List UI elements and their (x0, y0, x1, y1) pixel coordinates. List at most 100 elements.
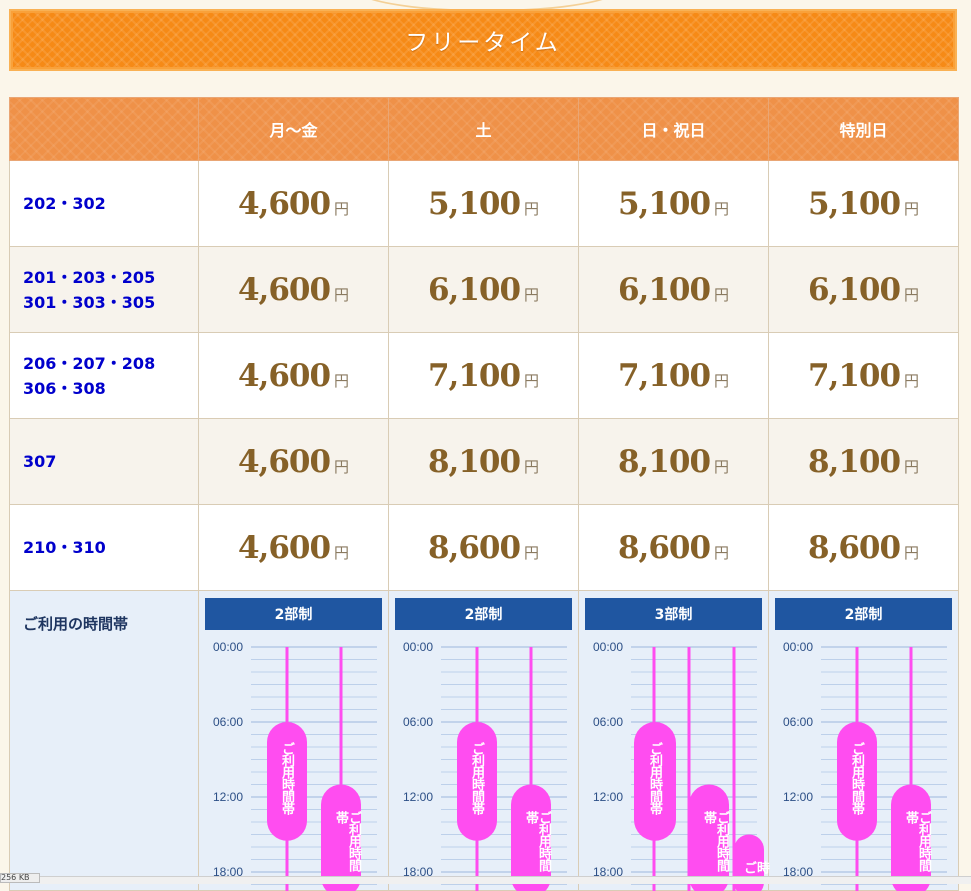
yen-unit: 円 (334, 200, 349, 218)
price-amount: 4,600 (238, 358, 330, 394)
system-label: 3部制 (585, 598, 762, 630)
room-numbers: 210・310 (23, 535, 198, 560)
price-cell: 8,600円 (769, 505, 959, 591)
price-cell: 7,100円 (579, 333, 769, 419)
table-row: 206・207・208 306・308 4,600円 7,100円 7,100円… (10, 333, 959, 419)
time-zone-cell: 00:0006:0012:0018:00 2部制 ご利用時間帯ご利用時間帯 (389, 591, 579, 891)
price-cell: 7,100円 (389, 333, 579, 419)
price-amount: 8,100 (428, 444, 520, 480)
room-numbers: 306・308 (23, 376, 198, 401)
price-cell: 4,600円 (199, 333, 389, 419)
price-amount: 5,100 (808, 186, 900, 222)
yen-unit: 円 (524, 544, 539, 562)
status-size-indicator: 256 KB (0, 873, 40, 883)
price-amount: 5,100 (618, 186, 710, 222)
timeline-chart: 00:0006:0012:0018:00 (579, 591, 769, 891)
price-amount: 4,600 (238, 530, 330, 566)
time-tick-label: 06:00 (783, 715, 813, 729)
room-numbers-cell: 202・302 (10, 161, 199, 247)
price-amount: 7,100 (618, 358, 710, 394)
yen-unit: 円 (714, 286, 729, 304)
time-tick-label: 12:00 (403, 790, 433, 804)
usage-slot-label: ご利用時間帯 (904, 811, 930, 882)
room-numbers: 301・303・305 (23, 290, 198, 315)
room-numbers: 206・207・208 (23, 351, 198, 376)
price-cell: 5,100円 (769, 161, 959, 247)
header-sunday-holiday: 日・祝日 (579, 98, 769, 161)
usage-slot-label: ご利用時間帯 (334, 811, 360, 882)
price-cell: 4,600円 (199, 505, 389, 591)
time-zone-cell: 00:0006:0012:0018:00 3部制 ご利用時間帯ご利用時間帯時ご (579, 591, 769, 891)
section-title: フリータイム (11, 11, 955, 69)
room-numbers-cell: 210・310 (10, 505, 199, 591)
yen-unit: 円 (334, 544, 349, 562)
price-cell: 8,600円 (389, 505, 579, 591)
price-cell: 8,100円 (389, 419, 579, 505)
price-table: 月～金 土 日・祝日 特別日 202・302 4,600円 5,100円 5,1… (9, 97, 959, 891)
price-cell: 6,100円 (769, 247, 959, 333)
yen-unit: 円 (714, 544, 729, 562)
yen-unit: 円 (334, 458, 349, 476)
yen-unit: 円 (904, 544, 919, 562)
usage-slot-label: ご利用時間帯 (524, 811, 550, 882)
price-amount: 6,100 (428, 272, 520, 308)
system-label: 2部制 (395, 598, 572, 630)
yen-unit: 円 (524, 458, 539, 476)
yen-unit: 円 (524, 372, 539, 390)
time-tick-label: 00:00 (593, 640, 623, 654)
usage-slot-label: ご利用時間帯 (850, 742, 863, 814)
header-special-day: 特別日 (769, 98, 959, 161)
room-numbers-cell: 201・203・205 301・303・305 (10, 247, 199, 333)
price-amount: 8,100 (618, 444, 710, 480)
price-cell: 6,100円 (579, 247, 769, 333)
time-tick-label: 12:00 (593, 790, 623, 804)
time-tick-label: 06:00 (403, 715, 433, 729)
yen-unit: 円 (714, 458, 729, 476)
price-amount: 5,100 (428, 186, 520, 222)
price-amount: 8,100 (808, 444, 900, 480)
price-cell: 8,100円 (579, 419, 769, 505)
yen-unit: 円 (524, 200, 539, 218)
price-cell: 4,600円 (199, 247, 389, 333)
time-tick-label: 00:00 (213, 640, 243, 654)
header-room-column (10, 98, 199, 161)
price-amount: 8,600 (808, 530, 900, 566)
price-cell: 5,100円 (389, 161, 579, 247)
header-weekday: 月～金 (199, 98, 389, 161)
time-tick-label: 12:00 (213, 790, 243, 804)
usage-slot-label: ご利用時間帯 (280, 742, 293, 814)
yen-unit: 円 (714, 372, 729, 390)
room-numbers: 201・203・205 (23, 265, 198, 290)
room-numbers: 202・302 (23, 191, 198, 216)
yen-unit: 円 (334, 372, 349, 390)
time-zone-panel: 00:0006:0012:0018:00 2部制 ご利用時間帯ご利用時間帯 (199, 591, 388, 881)
time-zone-cell: 00:0006:0012:0018:00 2部制 ご利用時間帯ご利用時間帯 (769, 591, 959, 891)
time-zone-panel: 00:0006:0012:0018:00 2部制 ご利用時間帯ご利用時間帯 (389, 591, 578, 881)
price-amount: 8,600 (428, 530, 520, 566)
time-tick-label: 06:00 (593, 715, 623, 729)
table-row: 201・203・205 301・303・305 4,600円 6,100円 6,… (10, 247, 959, 333)
price-cell: 8,600円 (579, 505, 769, 591)
price-cell: 7,100円 (769, 333, 959, 419)
time-zone-row: ご利用の時間帯 00:0006:0012:0018:00 2部制 ご利用時間帯ご… (10, 591, 959, 891)
price-cell: 4,600円 (199, 419, 389, 505)
yen-unit: 円 (904, 286, 919, 304)
usage-slot-label: ご利用時間帯 (702, 811, 728, 882)
yen-unit: 円 (904, 458, 919, 476)
usage-slot-label: ご利用時間帯 (648, 742, 661, 814)
yen-unit: 円 (524, 286, 539, 304)
room-numbers-cell: 206・207・208 306・308 (10, 333, 199, 419)
price-amount: 7,100 (428, 358, 520, 394)
yen-unit: 円 (904, 372, 919, 390)
price-table-header-row: 月～金 土 日・祝日 特別日 (10, 98, 959, 161)
header-saturday: 土 (389, 98, 579, 161)
time-zone-panel: 00:0006:0012:0018:00 3部制 ご利用時間帯ご利用時間帯時ご (579, 591, 768, 881)
table-row: 202・302 4,600円 5,100円 5,100円 5,100円 (10, 161, 959, 247)
price-amount: 4,600 (238, 444, 330, 480)
yen-unit: 円 (714, 200, 729, 218)
price-cell: 4,600円 (199, 161, 389, 247)
yen-unit: 円 (334, 286, 349, 304)
price-amount: 4,600 (238, 272, 330, 308)
price-cell: 6,100円 (389, 247, 579, 333)
price-amount: 8,600 (618, 530, 710, 566)
